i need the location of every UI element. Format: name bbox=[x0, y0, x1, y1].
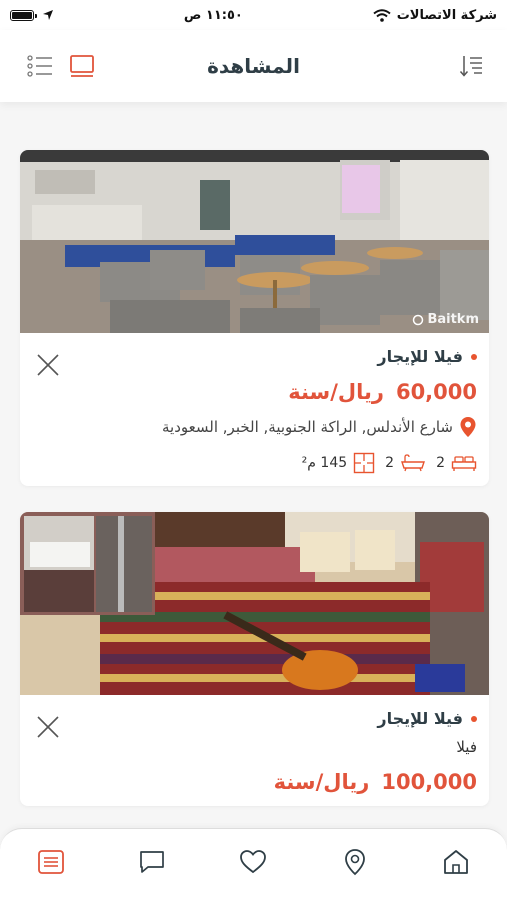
address-row: شارع الأندلس, الراكة الجنوبية, الخبر, ال… bbox=[32, 416, 477, 438]
home-icon bbox=[444, 849, 469, 874]
listing-card[interactable]: Baitkm فيلا للإيجار 60,000 ريال/سنة شارع… bbox=[20, 150, 489, 486]
remove-button[interactable] bbox=[34, 713, 62, 741]
price-unit: ريال/سنة bbox=[273, 770, 370, 794]
map-pin-icon bbox=[344, 848, 365, 875]
price-row: 60,000 ريال/سنة bbox=[32, 380, 477, 404]
close-icon bbox=[37, 716, 59, 738]
map-pin-icon bbox=[460, 417, 476, 437]
chat-icon bbox=[140, 850, 164, 873]
bottom-tab-bar bbox=[0, 828, 507, 900]
bathtub-icon bbox=[401, 454, 426, 472]
area-value: 145 م² bbox=[301, 455, 348, 471]
heart-icon bbox=[240, 849, 267, 873]
status-right: شركة الاتصالات bbox=[373, 8, 497, 23]
listing-photo[interactable] bbox=[20, 512, 489, 695]
status-bar: ١١:٥٠ ص شركة الاتصالات bbox=[0, 0, 507, 30]
list-view-icon bbox=[27, 55, 52, 77]
bullet-dot-icon bbox=[471, 353, 477, 360]
listing-type-row: فيلا للإيجار bbox=[32, 347, 477, 366]
list-view-button[interactable] bbox=[24, 50, 56, 82]
bathrooms-feature: 2 bbox=[385, 454, 426, 472]
tab-watching[interactable] bbox=[27, 838, 75, 886]
listing-photo[interactable]: Baitkm bbox=[20, 150, 489, 333]
remove-button[interactable] bbox=[34, 351, 62, 379]
tab-home[interactable] bbox=[432, 838, 480, 886]
listing-subtype: فيلا bbox=[456, 738, 477, 756]
watermark: Baitkm bbox=[412, 312, 479, 327]
listing-address: شارع الأندلس, الراكة الجنوبية, الخبر, ال… bbox=[162, 418, 453, 436]
status-left bbox=[10, 9, 54, 21]
listing-list: Baitkm فيلا للإيجار 60,000 ريال/سنة شارع… bbox=[20, 150, 489, 832]
list-icon bbox=[37, 849, 64, 874]
page-title: المشاهدة bbox=[207, 54, 300, 78]
status-time: ١١:٥٠ ص bbox=[183, 7, 243, 23]
app-header: المشاهدة bbox=[0, 30, 507, 102]
price-row: 100,000 ريال/سنة bbox=[32, 770, 477, 794]
listing-details: فيلا للإيجار 60,000 ريال/سنة شارع الأندل… bbox=[20, 333, 489, 486]
bedrooms-count: 2 bbox=[436, 455, 445, 471]
card-view-icon bbox=[70, 55, 94, 77]
floor-plan-icon bbox=[353, 452, 375, 474]
area-feature: 145 م² bbox=[302, 452, 375, 474]
battery-icon bbox=[10, 9, 37, 21]
watermark-logo-icon bbox=[413, 314, 424, 325]
listing-type: فيلا للإيجار bbox=[377, 347, 463, 366]
listing-price: 100,000 bbox=[381, 770, 477, 794]
bedroom-photo bbox=[20, 512, 489, 695]
location-arrow-icon bbox=[43, 10, 53, 20]
carrier-name: شركة الاتصالات bbox=[396, 7, 497, 23]
bathrooms-count: 2 bbox=[385, 455, 395, 471]
tab-map[interactable] bbox=[331, 838, 379, 886]
listing-type-row: فيلا للإيجار bbox=[32, 709, 477, 728]
close-icon bbox=[37, 354, 59, 376]
app-screen: ١١:٥٠ ص شركة الاتصالات المشاهدة Baitkm ف… bbox=[0, 0, 507, 900]
tab-messages[interactable] bbox=[128, 838, 176, 886]
sort-button[interactable] bbox=[455, 50, 487, 82]
sort-list-icon bbox=[459, 56, 482, 77]
wifi-icon bbox=[373, 8, 391, 22]
features-row: 2 2 145 م² bbox=[32, 452, 477, 474]
bedrooms-feature: 2 bbox=[436, 454, 477, 472]
bullet-dot-icon bbox=[471, 715, 477, 722]
listing-details: فيلا للإيجار فيلا 100,000 ريال/سنة bbox=[20, 695, 489, 806]
watermark-text: Baitkm bbox=[427, 312, 479, 327]
listing-type: فيلا للإيجار bbox=[377, 709, 463, 728]
lounge-photo bbox=[20, 150, 489, 333]
bed-icon bbox=[451, 456, 477, 471]
tab-favorites[interactable] bbox=[229, 838, 277, 886]
listing-card[interactable]: فيلا للإيجار فيلا 100,000 ريال/سنة bbox=[20, 512, 489, 806]
card-view-button[interactable] bbox=[66, 50, 98, 82]
listing-price: 60,000 bbox=[395, 380, 477, 404]
price-unit: ريال/سنة bbox=[288, 380, 384, 404]
